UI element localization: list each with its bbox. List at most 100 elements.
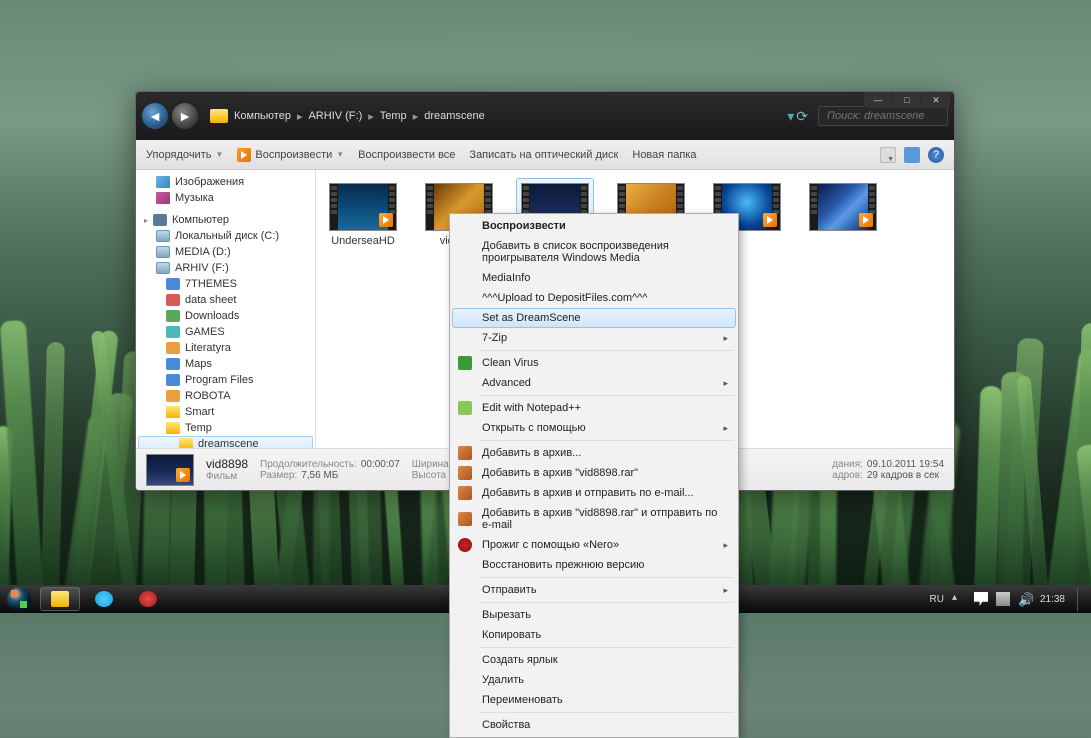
cm-mediainfo[interactable]: MediaInfo xyxy=(452,268,736,288)
folder-icon xyxy=(166,294,180,306)
language-indicator[interactable]: RU xyxy=(930,594,944,605)
start-button[interactable] xyxy=(2,585,36,613)
cm-openwith[interactable]: Открыть с помощью▸ xyxy=(452,418,736,438)
breadcrumb-item[interactable]: Temp xyxy=(376,108,411,124)
help-button[interactable]: ? xyxy=(928,147,944,163)
cm-cleanvirus[interactable]: Clean Virus xyxy=(452,353,736,373)
folder-icon xyxy=(166,310,180,322)
folder-icon xyxy=(166,390,180,402)
sidebar-item-downloads[interactable]: Downloads xyxy=(136,308,315,324)
explorer-icon xyxy=(51,591,69,607)
sidebar-item-programfiles[interactable]: Program Files xyxy=(136,372,315,388)
notepad-icon xyxy=(458,401,472,415)
cm-play[interactable]: Воспроизвести xyxy=(452,216,736,236)
play-all-button[interactable]: Воспроизвести все xyxy=(358,149,455,161)
sidebar-item-images[interactable]: Изображения xyxy=(136,174,315,190)
window-controls: — □ ✕ xyxy=(864,92,950,108)
forward-button[interactable]: ► xyxy=(172,103,198,129)
breadcrumb-item[interactable]: Компьютер xyxy=(230,108,295,124)
video-thumbnail xyxy=(809,183,877,231)
cm-addarchive[interactable]: Добавить в архив... xyxy=(452,443,736,463)
volume-icon[interactable]: 🔊 xyxy=(1018,592,1032,606)
refresh-button[interactable]: ⟳ xyxy=(796,108,808,125)
toolbar: Упорядочить ▼ Воспроизвести ▼ Воспроизве… xyxy=(136,140,954,170)
play-icon xyxy=(237,148,251,162)
sidebar-item-dreamscene[interactable]: dreamscene xyxy=(138,436,313,448)
cm-restore[interactable]: Восстановить прежнюю версию xyxy=(452,555,736,575)
preview-pane-button[interactable] xyxy=(904,147,920,163)
clock[interactable]: 21:38 xyxy=(1040,594,1065,605)
sidebar-item-temp[interactable]: Temp xyxy=(136,420,315,436)
sidebar-item-computer[interactable]: ▸ Компьютер xyxy=(136,212,315,228)
play-overlay-icon xyxy=(763,213,777,227)
sidebar-item-maps[interactable]: Maps xyxy=(136,356,315,372)
cm-shortcut[interactable]: Создать ярлык xyxy=(452,650,736,670)
file-thumbnail[interactable] xyxy=(804,178,882,240)
cm-advanced[interactable]: Advanced▸ xyxy=(452,373,736,393)
view-options-button[interactable]: ▼ xyxy=(880,147,896,163)
action-center-icon[interactable] xyxy=(974,592,988,606)
tray-arrow-icon[interactable]: ▴ xyxy=(952,592,966,606)
new-folder-button[interactable]: Новая папка xyxy=(632,149,696,161)
breadcrumb-item[interactable]: ARHIV (F:) xyxy=(304,108,366,124)
winrar-icon xyxy=(458,486,472,500)
organize-button[interactable]: Упорядочить ▼ xyxy=(146,149,223,161)
burn-button[interactable]: Записать на оптический диск xyxy=(469,149,618,161)
play-overlay-icon xyxy=(176,468,190,482)
play-button[interactable]: Воспроизвести ▼ xyxy=(237,148,344,162)
cm-notepadpp[interactable]: Edit with Notepad++ xyxy=(452,398,736,418)
sidebar-item-7themes[interactable]: 7THEMES xyxy=(136,276,315,292)
taskbar-item-skype[interactable] xyxy=(84,587,124,611)
close-button[interactable]: ✕ xyxy=(922,92,950,108)
file-thumbnail[interactable]: UnderseaHD xyxy=(324,178,402,252)
cm-addraremail[interactable]: Добавить в архив "vid8898.rar" и отправи… xyxy=(452,503,736,535)
details-filename: vid8898 xyxy=(206,457,248,471)
search-input[interactable] xyxy=(818,106,948,126)
folder-icon xyxy=(166,406,180,418)
context-menu: Воспроизвести Добавить в список воспроиз… xyxy=(449,213,739,738)
cm-rename[interactable]: Переименовать xyxy=(452,690,736,710)
cm-cut[interactable]: Вырезать xyxy=(452,605,736,625)
cm-nero[interactable]: Прожиг с помощью «Nero»▸ xyxy=(452,535,736,555)
history-dropdown[interactable]: ▾ xyxy=(787,108,794,125)
cm-addemail[interactable]: Добавить в архив и отправить по e-mail..… xyxy=(452,483,736,503)
folder-icon xyxy=(166,278,180,290)
breadcrumb[interactable]: Компьютер▸ ARHIV (F:)▸ Temp▸ dreamscene xyxy=(210,108,783,124)
folder-icon xyxy=(166,326,180,338)
breadcrumb-item[interactable]: dreamscene xyxy=(420,108,489,124)
winrar-icon xyxy=(458,466,472,480)
sidebar-item-literatura[interactable]: Literatyra xyxy=(136,340,315,356)
cm-addrar[interactable]: Добавить в архив "vid8898.rar" xyxy=(452,463,736,483)
sidebar-item-arhiv-f[interactable]: ARHIV (F:) xyxy=(136,260,315,276)
cm-set-dreamscene[interactable]: Set as DreamScene xyxy=(452,308,736,328)
sidebar-item-media-d[interactable]: MEDIA (D:) xyxy=(136,244,315,260)
back-button[interactable]: ◄ xyxy=(142,103,168,129)
cm-sendto[interactable]: Отправить▸ xyxy=(452,580,736,600)
drive-icon xyxy=(156,262,170,274)
cm-copy[interactable]: Копировать xyxy=(452,625,736,645)
sidebar-item-games[interactable]: GAMES xyxy=(136,324,315,340)
navigation-sidebar: Изображения Музыка ▸ Компьютер Локальный… xyxy=(136,170,316,448)
folder-icon xyxy=(166,358,180,370)
sidebar-item-robota[interactable]: ROBOTA xyxy=(136,388,315,404)
play-overlay-icon xyxy=(379,213,393,227)
show-desktop-button[interactable] xyxy=(1077,587,1085,611)
cm-depositfiles[interactable]: ^^^Upload to DepositFiles.com^^^ xyxy=(452,288,736,308)
taskbar-item-opera[interactable] xyxy=(128,587,168,611)
cm-add-wmp[interactable]: Добавить в список воспроизведения проигр… xyxy=(452,236,736,268)
cm-properties[interactable]: Свойства xyxy=(452,715,736,735)
images-icon xyxy=(156,176,170,188)
details-type: Фильм xyxy=(206,471,237,482)
sidebar-item-smart[interactable]: Smart xyxy=(136,404,315,420)
sidebar-item-music[interactable]: Музыка xyxy=(136,190,315,206)
shield-icon xyxy=(458,356,472,370)
sidebar-item-local-c[interactable]: Локальный диск (C:) xyxy=(136,228,315,244)
taskbar-item-explorer[interactable] xyxy=(40,587,80,611)
cm-delete[interactable]: Удалить xyxy=(452,670,736,690)
cm-7zip[interactable]: 7-Zip▸ xyxy=(452,328,736,348)
sidebar-item-datasheet[interactable]: data sheet xyxy=(136,292,315,308)
network-icon[interactable] xyxy=(996,592,1010,606)
maximize-button[interactable]: □ xyxy=(893,92,921,108)
minimize-button[interactable]: — xyxy=(864,92,892,108)
titlebar: ◄ ► Компьютер▸ ARHIV (F:)▸ Temp▸ dreamsc… xyxy=(136,92,954,140)
